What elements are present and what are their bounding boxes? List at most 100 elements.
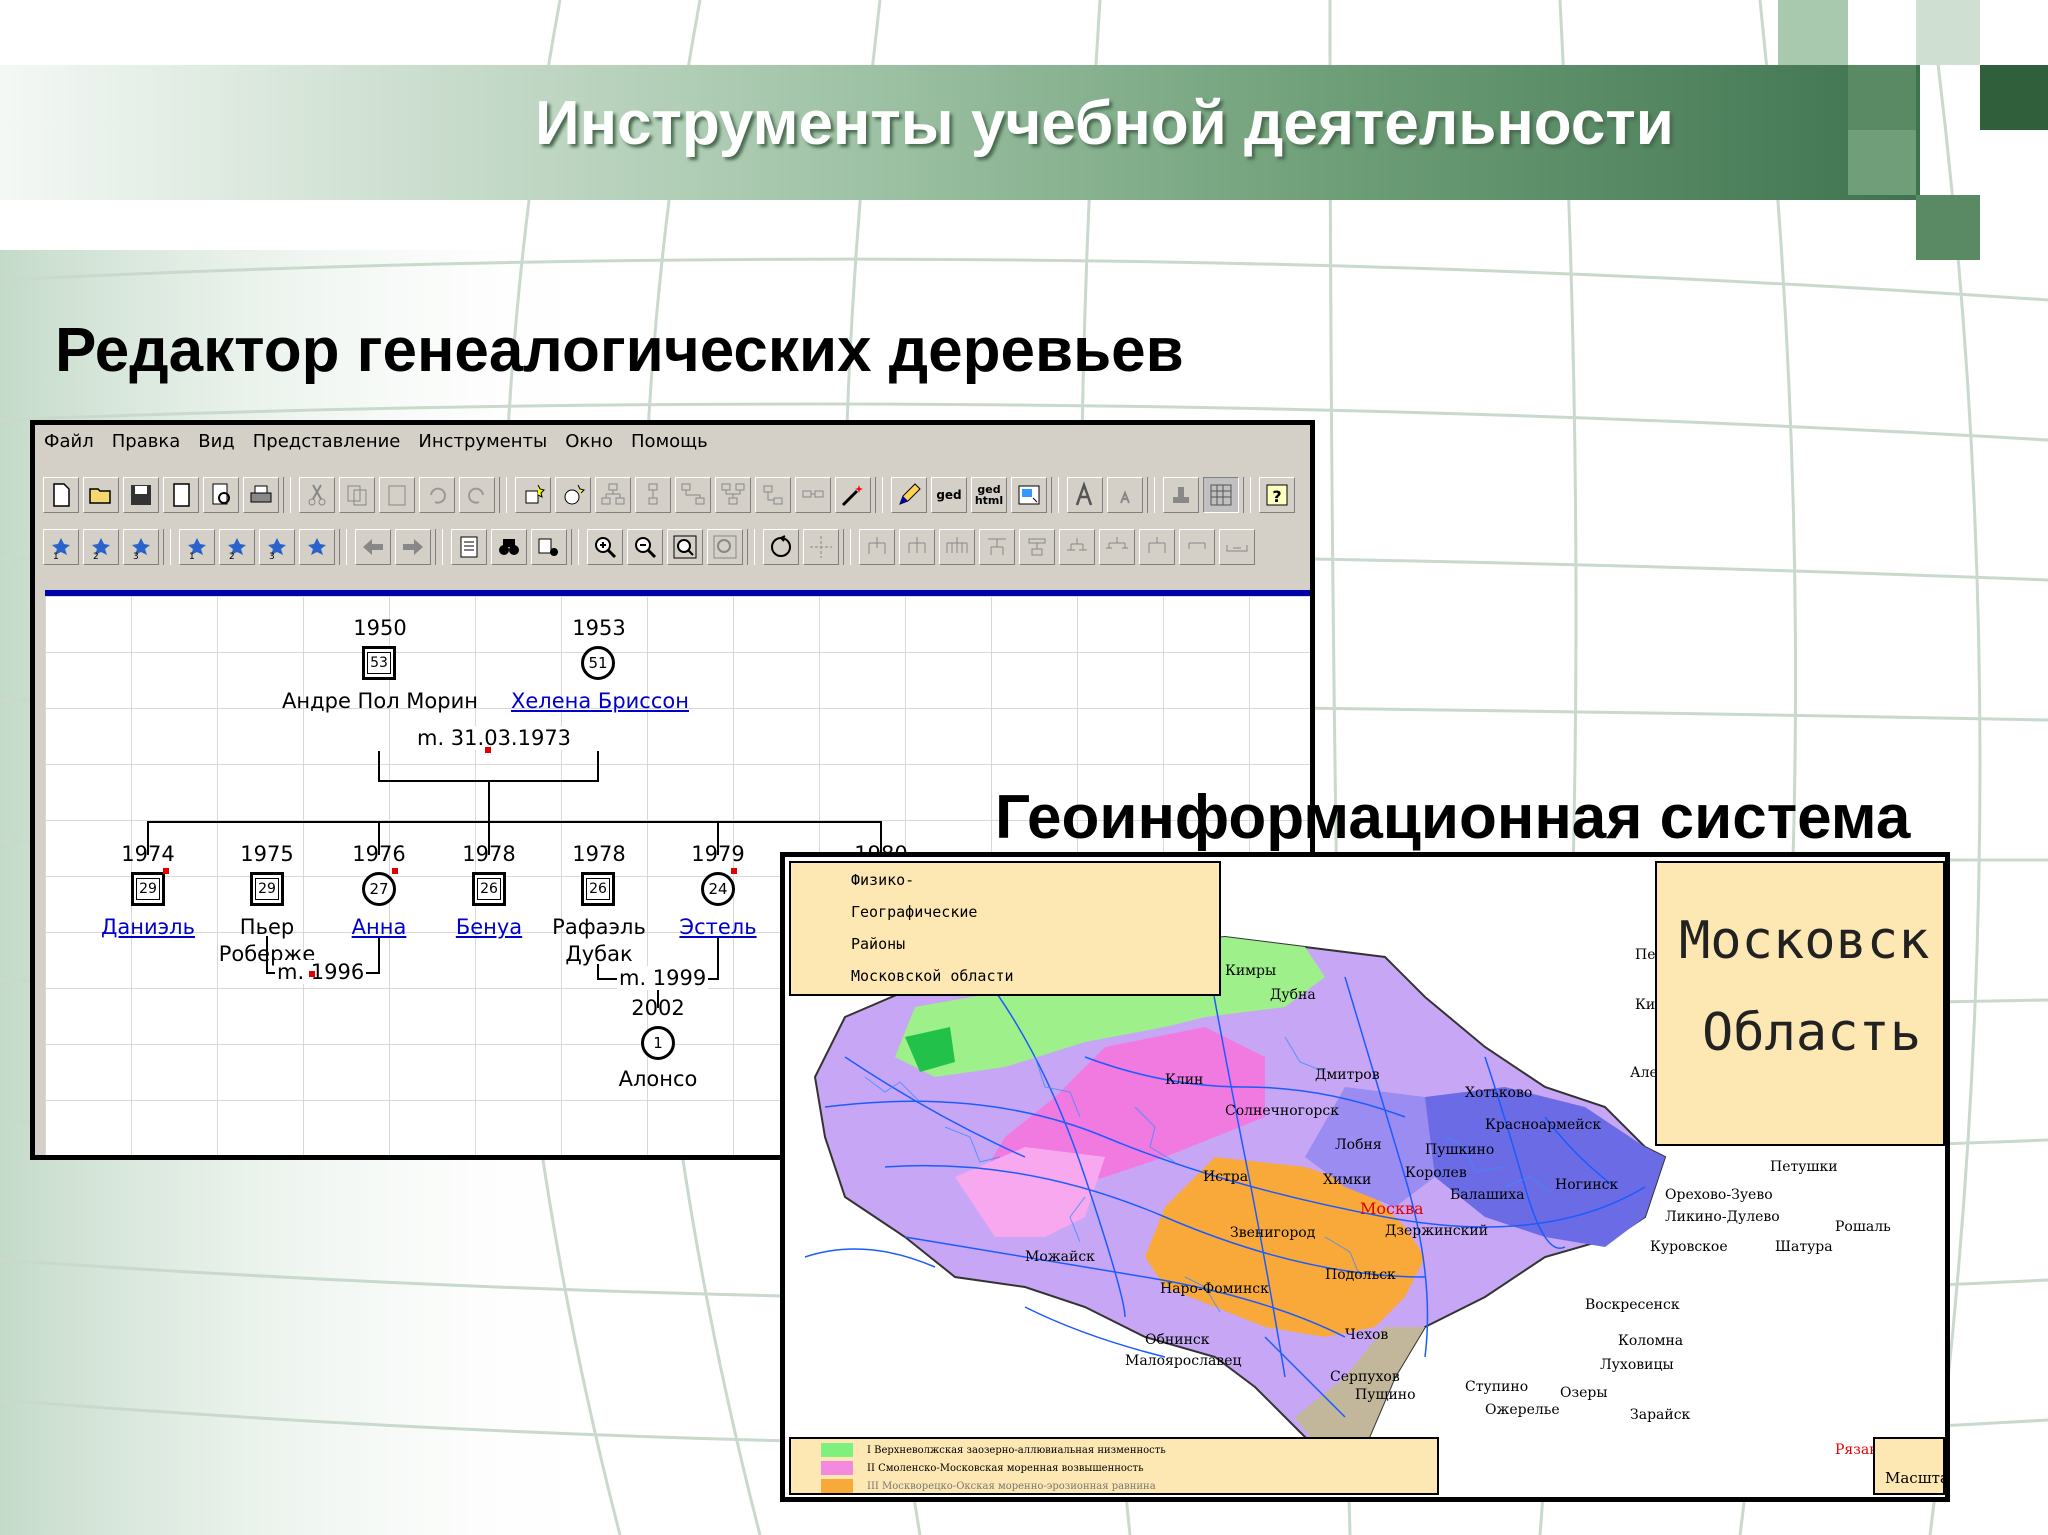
find-records-button[interactable] xyxy=(531,529,567,565)
layout-button-1[interactable] xyxy=(859,529,895,565)
layout-button-8[interactable] xyxy=(1139,529,1175,565)
redo-button[interactable] xyxy=(459,477,495,513)
layout-button-7[interactable] xyxy=(1099,529,1135,565)
image-button[interactable] xyxy=(1011,477,1047,513)
menu-view[interactable]: Вид xyxy=(189,431,244,452)
zoom-in-button[interactable] xyxy=(587,529,623,565)
find-button[interactable] xyxy=(491,529,527,565)
layout-button-10[interactable] xyxy=(1219,529,1255,565)
new-icon xyxy=(53,483,70,507)
layout-button-3[interactable] xyxy=(939,529,975,565)
person-nav-button-1[interactable]: 1 xyxy=(43,529,79,565)
person-nav-2-icon: 2 xyxy=(92,538,110,561)
layout-button-6[interactable] xyxy=(1059,529,1095,565)
menu-file[interactable]: Файл xyxy=(35,431,103,452)
copy-button[interactable] xyxy=(339,477,375,513)
region-title-line: Московск xyxy=(1679,911,1930,971)
toolbar-separator xyxy=(1243,477,1251,513)
person-male-box[interactable]: 29 xyxy=(131,872,165,906)
cut-button[interactable] xyxy=(299,477,335,513)
person-name[interactable]: Рафаэль Дубак xyxy=(547,914,651,968)
save-icon xyxy=(131,485,151,505)
city-label: Пущино xyxy=(1355,1387,1416,1403)
person-female-circle[interactable]: 1 xyxy=(641,1026,675,1060)
person-nav-button-6[interactable]: 3 xyxy=(259,529,295,565)
person-nav-button-2[interactable]: 2 xyxy=(83,529,119,565)
ged-html-button[interactable]: ged html xyxy=(971,477,1007,513)
layout-button-2[interactable] xyxy=(899,529,935,565)
open-button[interactable] xyxy=(83,477,119,513)
person-name-link[interactable]: Эстель xyxy=(668,914,768,941)
person-nav-button-5[interactable]: 2 xyxy=(219,529,255,565)
paste-button[interactable] xyxy=(379,477,415,513)
person-male-box[interactable]: 53 xyxy=(362,646,396,680)
tree-button-3[interactable] xyxy=(675,477,711,513)
wand-button[interactable] xyxy=(835,477,871,513)
city-label: Ступино xyxy=(1465,1379,1529,1395)
layout-button-5[interactable] xyxy=(1019,529,1055,565)
ged-button[interactable]: ged xyxy=(931,477,967,513)
person-name[interactable]: Алонсо xyxy=(598,1066,718,1093)
layout-button-4[interactable] xyxy=(979,529,1015,565)
undo-button[interactable] xyxy=(419,477,455,513)
person-nav-button-3[interactable]: 3 xyxy=(123,529,159,565)
edit-button[interactable] xyxy=(891,477,927,513)
person-name[interactable]: Андре Пол Морин xyxy=(275,688,485,715)
center-button[interactable] xyxy=(803,529,839,565)
tree-button-6[interactable] xyxy=(795,477,831,513)
new-button[interactable] xyxy=(43,477,79,513)
person-nav-button-7[interactable] xyxy=(299,529,335,565)
menu-bar: Файл Правка Вид Представление Инструмент… xyxy=(35,425,1310,457)
svg-text:3: 3 xyxy=(269,552,275,561)
person-year: 2002 xyxy=(631,996,685,1020)
help-button[interactable]: ? xyxy=(1259,477,1295,513)
print-button[interactable] xyxy=(243,477,279,513)
zoom-fit-button[interactable] xyxy=(667,529,703,565)
person-name-link[interactable]: Даниэль xyxy=(88,914,208,941)
city-label: Обнинск xyxy=(1145,1332,1210,1348)
tree-button-1[interactable] xyxy=(595,477,631,513)
zoom-in-icon xyxy=(595,537,617,559)
layout-button-9[interactable] xyxy=(1179,529,1215,565)
person-name-link[interactable]: Анна xyxy=(329,914,429,941)
person-female-circle[interactable]: 24 xyxy=(701,872,735,906)
save-button[interactable] xyxy=(123,477,159,513)
menu-edit[interactable]: Правка xyxy=(103,431,190,452)
font-large-button[interactable] xyxy=(1067,477,1103,513)
person-year: 1975 xyxy=(240,842,294,866)
print-preview-button[interactable] xyxy=(203,477,239,513)
forward-button[interactable] xyxy=(395,529,431,565)
menu-tools[interactable]: Инструменты xyxy=(409,431,556,452)
person-male-box[interactable]: 26 xyxy=(581,872,615,906)
person-nav-button-4[interactable]: 1 xyxy=(179,529,215,565)
menu-help[interactable]: Помощь xyxy=(622,431,717,452)
person-name-link[interactable]: Бенуа xyxy=(439,914,539,941)
person-male-box[interactable]: 26 xyxy=(472,872,506,906)
menu-window[interactable]: Окно xyxy=(556,431,622,452)
person-female-circle[interactable]: 51 xyxy=(581,646,615,680)
tree-button-2[interactable] xyxy=(635,477,671,513)
city-label: Малоярославец xyxy=(1125,1353,1242,1369)
document-button[interactable] xyxy=(451,529,487,565)
zoom-page-button[interactable] xyxy=(707,529,743,565)
add-person-button[interactable] xyxy=(515,477,551,513)
marriage-label: m. 1996 xyxy=(275,960,367,984)
zoom-out-button[interactable] xyxy=(627,529,663,565)
add-person-alt-button[interactable] xyxy=(555,477,591,513)
tree-button-4[interactable] xyxy=(715,477,751,513)
tree-button-5[interactable] xyxy=(755,477,791,513)
refresh-button[interactable] xyxy=(763,529,799,565)
menu-presentation[interactable]: Представление xyxy=(244,431,410,452)
person-name-link[interactable]: Хелена Бриссон xyxy=(505,688,695,715)
grid-button[interactable] xyxy=(1203,477,1239,513)
page-button[interactable] xyxy=(163,477,199,513)
city-label: Коломна xyxy=(1618,1333,1684,1349)
person-male-box[interactable]: 29 xyxy=(250,872,284,906)
stamp-button[interactable] xyxy=(1163,477,1199,513)
person-year: 1953 xyxy=(572,616,626,640)
font-small-button[interactable] xyxy=(1107,477,1143,513)
cut-icon xyxy=(308,484,326,506)
layout-5-icon xyxy=(1028,538,1046,556)
person-female-circle[interactable]: 27 xyxy=(362,872,396,906)
back-button[interactable] xyxy=(355,529,391,565)
